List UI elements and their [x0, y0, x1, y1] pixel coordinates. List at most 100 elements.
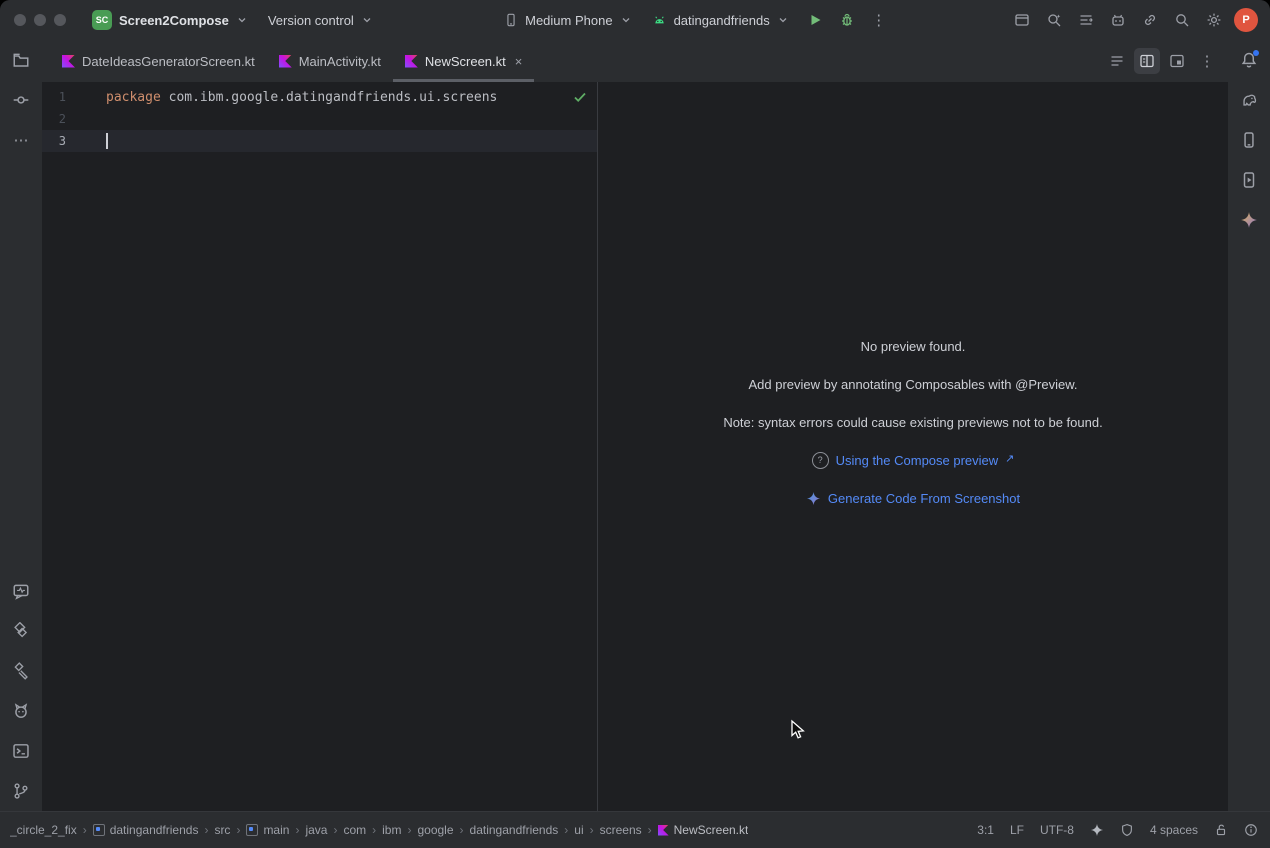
diamond-icon: [12, 622, 30, 640]
breadcrumb-item[interactable]: datingandfriends: [93, 823, 199, 837]
event-log-widget[interactable]: [1244, 823, 1258, 837]
no-preview-text: No preview found.: [861, 339, 966, 354]
gradle-elephant-icon: [1240, 91, 1258, 109]
layout-inspector-button[interactable]: [1008, 6, 1036, 34]
ai-search-button[interactable]: [1040, 6, 1068, 34]
encoding-widget[interactable]: UTF-8: [1040, 823, 1074, 837]
run-configuration-selector[interactable]: datingandfriends: [644, 9, 797, 32]
chevron-down-icon: [361, 14, 373, 26]
android-studio-window: SC Screen2Compose Version control Medium…: [0, 0, 1270, 848]
breadcrumb-item[interactable]: screens: [600, 823, 642, 837]
device-selector[interactable]: Medium Phone: [496, 9, 639, 32]
design-view-button[interactable]: [1164, 48, 1190, 74]
search-icon: [1174, 12, 1190, 28]
breadcrumb-item[interactable]: ui: [574, 823, 583, 837]
breadcrumb-item[interactable]: ibm: [382, 823, 401, 837]
git-branch-icon: [12, 782, 30, 800]
left-stripe-top-group: ⋯: [7, 46, 35, 154]
line-number: 1: [42, 90, 106, 104]
run-button[interactable]: [801, 6, 829, 34]
settings-button[interactable]: [1200, 6, 1228, 34]
caret-position-widget[interactable]: 3:1: [977, 823, 994, 837]
device-manager-button[interactable]: [1235, 126, 1263, 154]
line-number: 3: [42, 134, 106, 148]
editor-options-button[interactable]: ⋮: [1194, 48, 1220, 74]
breadcrumb-item[interactable]: _circle_2_fix: [10, 823, 77, 837]
project-widget[interactable]: SC Screen2Compose: [84, 6, 256, 34]
project-tool-window-button[interactable]: [7, 46, 35, 74]
split-view-button[interactable]: [1134, 48, 1160, 74]
maximize-window-button[interactable]: [54, 14, 66, 26]
code-editor[interactable]: 1 package com.ibm.google.datingandfriend…: [42, 82, 598, 811]
breadcrumb-item[interactable]: java: [305, 823, 327, 837]
info-icon: [1244, 823, 1258, 837]
more-actions-button[interactable]: ⋮: [865, 6, 893, 34]
compose-preview-panel: No preview found. Add preview by annotat…: [598, 82, 1228, 811]
profile-button[interactable]: P: [1232, 6, 1260, 34]
breadcrumb-label: ibm: [382, 823, 401, 837]
assistant-button[interactable]: [1104, 6, 1132, 34]
breadcrumb-item[interactable]: main: [246, 823, 289, 837]
device-mirroring-button[interactable]: [1136, 6, 1164, 34]
ai-policy-widget[interactable]: [1120, 823, 1134, 837]
kebab-icon: ⋮: [1200, 54, 1215, 69]
package-token: com.ibm.google.datingandfriends.ui.scree…: [161, 90, 498, 105]
gemini-status-widget[interactable]: [1090, 823, 1104, 837]
compose-preview-docs-link[interactable]: Using the Compose preview: [836, 453, 999, 468]
more-tool-windows-button[interactable]: ⋯: [7, 126, 35, 154]
tab-label: NewScreen.kt: [425, 54, 506, 69]
breadcrumb-label: main: [263, 823, 289, 837]
breadcrumb-label: datingandfriends: [110, 823, 199, 837]
line-ending-widget[interactable]: LF: [1010, 823, 1024, 837]
chevron-down-icon: [777, 14, 789, 26]
search-everywhere-button[interactable]: [1168, 6, 1196, 34]
resource-manager-button[interactable]: [7, 617, 35, 645]
logcat-button[interactable]: [1072, 6, 1100, 34]
code-view-button[interactable]: [1104, 48, 1130, 74]
notifications-button[interactable]: [1235, 46, 1263, 74]
terminal-tool-window-button[interactable]: [7, 737, 35, 765]
breadcrumb-item[interactable]: datingandfriends: [470, 823, 559, 837]
breadcrumb-separator: ›: [564, 823, 568, 837]
version-control-widget[interactable]: Version control: [260, 9, 381, 32]
logcat-tool-window-button[interactable]: [7, 697, 35, 725]
unlock-icon: [1214, 823, 1228, 837]
read-only-toggle[interactable]: [1214, 823, 1228, 837]
tab-dateideasgeneratorscreen[interactable]: DateIdeasGeneratorScreen.kt: [50, 40, 267, 82]
debug-button[interactable]: [833, 6, 861, 34]
close-tab-icon[interactable]: ×: [515, 55, 523, 68]
compose-preview-docs-row: ? Using the Compose preview ↗: [812, 451, 1015, 469]
inspections-widget[interactable]: [572, 89, 588, 105]
left-tool-stripe: ⋯: [0, 40, 42, 811]
app-quality-insights-button[interactable]: [7, 577, 35, 605]
tab-mainactivity[interactable]: MainActivity.kt: [267, 40, 393, 82]
breadcrumb-item[interactable]: src: [214, 823, 230, 837]
gemini-spark-icon: [806, 491, 821, 506]
keyword-token: package: [106, 90, 161, 105]
breadcrumb-item[interactable]: com: [343, 823, 366, 837]
code-line-3: 3: [42, 130, 597, 152]
commit-icon: [12, 91, 30, 109]
gradle-tool-window-button[interactable]: [1235, 86, 1263, 114]
gemini-button[interactable]: [1235, 206, 1263, 234]
tab-newscreen[interactable]: NewScreen.kt ×: [393, 40, 535, 82]
commit-tool-window-button[interactable]: [7, 86, 35, 114]
editor-tab-bar: DateIdeasGeneratorScreen.kt MainActivity…: [42, 40, 1228, 82]
gemini-spark-icon: [1090, 823, 1104, 837]
breadcrumb-item-current-file[interactable]: NewScreen.kt: [658, 823, 749, 837]
close-window-button[interactable]: [14, 14, 26, 26]
link-icon: [1142, 12, 1158, 28]
version-control-tool-window-button[interactable]: [7, 777, 35, 805]
indent-widget[interactable]: 4 spaces: [1150, 823, 1198, 837]
syntax-note-text: Note: syntax errors could cause existing…: [723, 415, 1102, 430]
breadcrumb-label: src: [214, 823, 230, 837]
generate-code-from-screenshot-link[interactable]: Generate Code From Screenshot: [828, 491, 1020, 506]
tab-label: MainActivity.kt: [299, 54, 381, 69]
breadcrumb-item[interactable]: google: [417, 823, 453, 837]
breadcrumb-separator: ›: [590, 823, 594, 837]
build-tool-window-button[interactable]: [7, 657, 35, 685]
android-app-icon: [652, 13, 667, 28]
add-preview-message: Add preview by annotating Composables wi…: [749, 375, 1078, 393]
running-devices-button[interactable]: [1235, 166, 1263, 194]
minimize-window-button[interactable]: [34, 14, 46, 26]
